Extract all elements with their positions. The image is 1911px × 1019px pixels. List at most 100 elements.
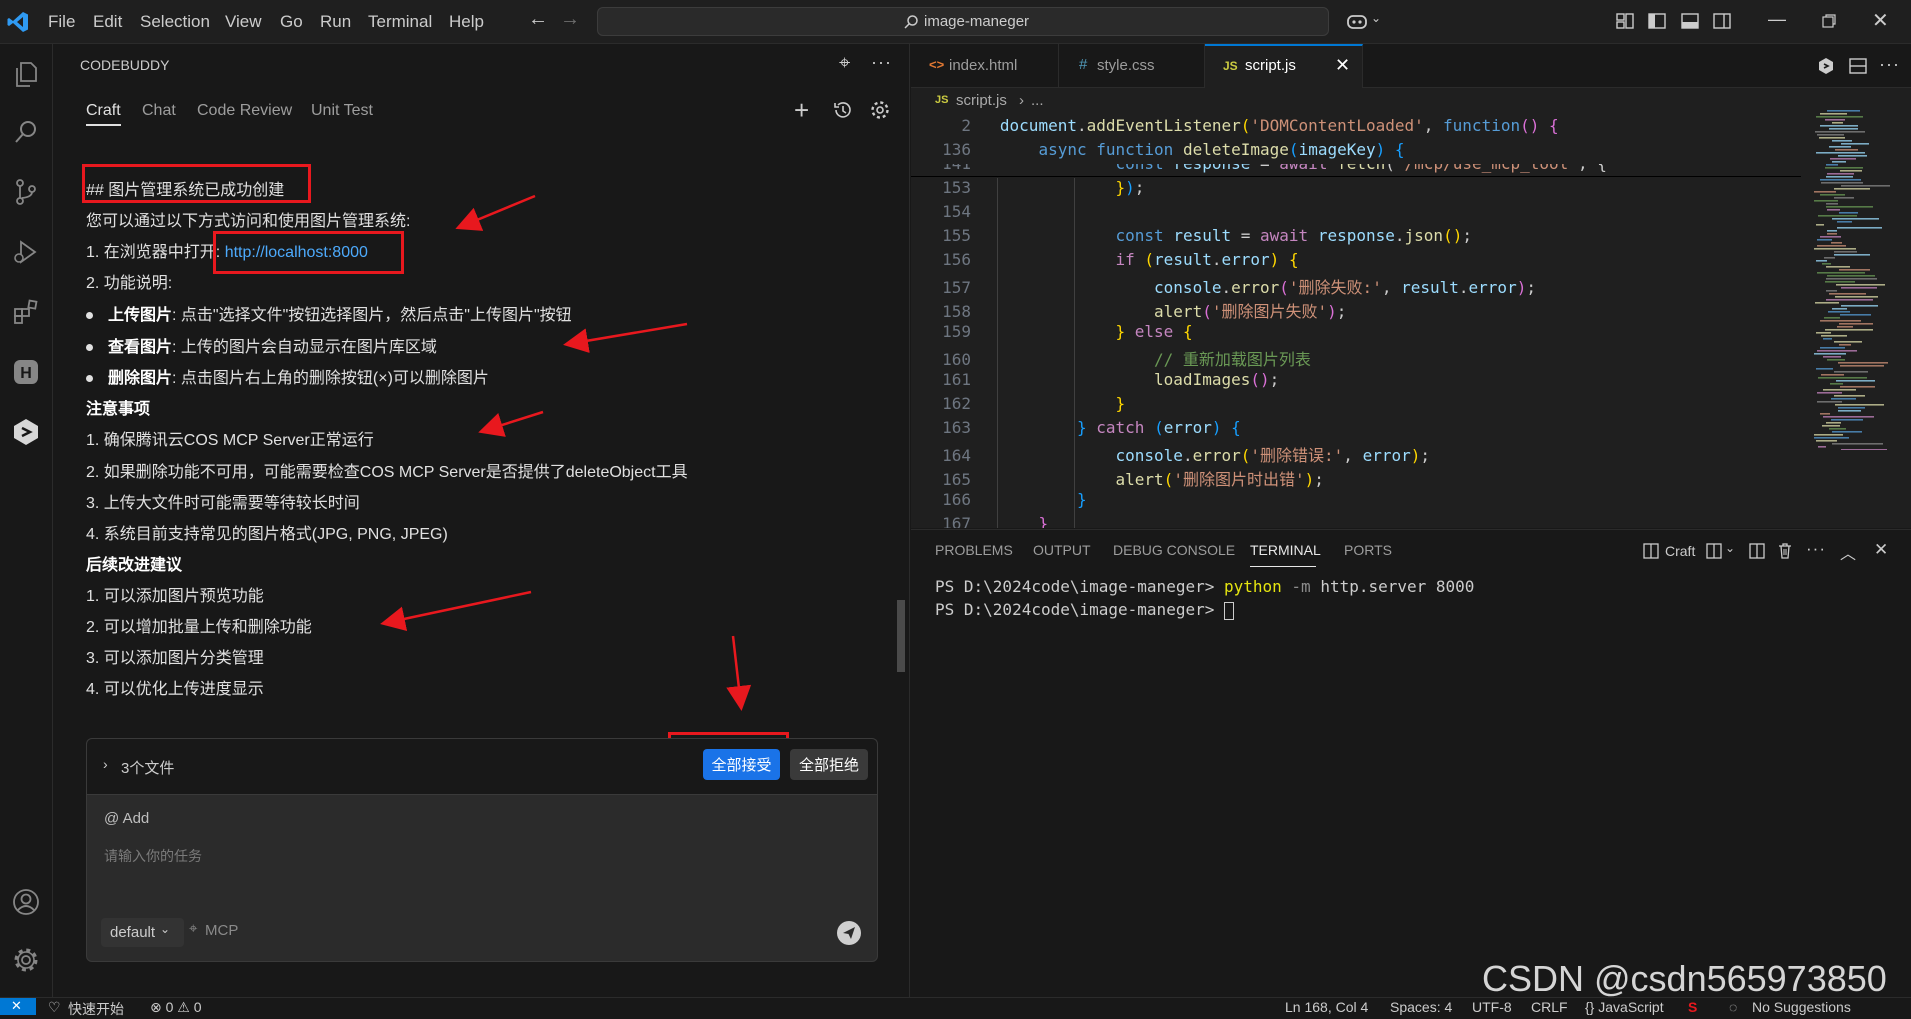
chevron-down-icon[interactable]: ⌄ xyxy=(1371,11,1381,25)
breadcrumb-symbol[interactable]: ... xyxy=(1031,92,1044,109)
mcp-icon[interactable]: ⌖ xyxy=(189,920,197,937)
task-input-placeholder[interactable]: 请输入你的任务 xyxy=(104,846,202,866)
minimap-line xyxy=(1817,239,1832,241)
minimap-line xyxy=(1816,116,1863,118)
minimap-line xyxy=(1815,131,1865,133)
minimap-line xyxy=(1814,191,1836,193)
tab-debug-console[interactable]: DEBUG CONSOLE xyxy=(1113,542,1235,558)
minimap-line xyxy=(1825,281,1855,283)
minimap-line xyxy=(1826,290,1837,292)
minimap-line xyxy=(1817,401,1842,403)
maximize-panel-icon[interactable]: ︿ xyxy=(1840,540,1856,564)
minimap-line xyxy=(1820,125,1858,127)
toggle-secondary-sidebar-icon[interactable] xyxy=(1713,13,1731,29)
more-actions-icon[interactable]: ··· xyxy=(1806,539,1826,559)
minimize-icon[interactable]: — xyxy=(1768,9,1786,30)
tab-terminal[interactable]: TERMINAL xyxy=(1250,542,1321,558)
terminal-name[interactable]: Craft xyxy=(1665,543,1695,559)
add-context-button[interactable]: @ Add xyxy=(104,810,149,827)
terminal-line[interactable]: PS D:\2024code\image-maneger> xyxy=(935,600,1234,620)
tab-script-js[interactable]: JS script.js ✕ xyxy=(1205,44,1363,88)
close-panel-icon[interactable]: ✕ xyxy=(1874,540,1888,560)
account-icon[interactable] xyxy=(8,884,44,920)
suggestions-status[interactable]: No Suggestions xyxy=(1752,999,1851,1015)
minimap-line xyxy=(1829,428,1846,430)
tab-index-html[interactable]: <> index.html xyxy=(911,44,1059,88)
tab-ports[interactable]: PORTS xyxy=(1344,542,1392,558)
toggle-panel-icon[interactable] xyxy=(1681,13,1699,29)
minimap-line xyxy=(1834,251,1857,253)
sticky-line: 136 async function deleteImage(imageKey)… xyxy=(911,140,1801,164)
layout-icon[interactable] xyxy=(1749,543,1765,559)
encoding[interactable]: UTF-8 xyxy=(1472,999,1512,1015)
minimap-line xyxy=(1823,416,1874,418)
minimap-line xyxy=(1820,413,1830,415)
mcp-button[interactable]: MCP xyxy=(205,922,238,939)
minimap-line xyxy=(1823,389,1856,391)
watermark: CSDN @csdn565973850 xyxy=(1482,958,1887,999)
minimap-line xyxy=(1834,254,1870,256)
problems-count[interactable]: ⊗ 0 ⚠ 0 xyxy=(150,999,202,1016)
minimap-line xyxy=(1827,173,1854,175)
minimap-line xyxy=(1816,332,1831,334)
minimap-line xyxy=(1828,311,1850,313)
indentation[interactable]: Spaces: 4 xyxy=(1390,999,1452,1015)
code-line: 158 alert('删除图片失败'); xyxy=(942,302,1347,321)
html-file-icon: <> xyxy=(929,57,945,72)
restore-icon[interactable] xyxy=(1822,14,1836,28)
split-terminal-icon[interactable] xyxy=(1706,543,1722,559)
customize-layout-icon[interactable] xyxy=(1616,13,1634,29)
code-line: 156 if (result.error) { xyxy=(942,250,1299,269)
terminal-line[interactable]: PS D:\2024code\image-maneger> python -m … xyxy=(935,577,1474,596)
minimap-line xyxy=(1814,353,1846,355)
minimap-line xyxy=(1839,323,1873,325)
tab-output[interactable]: OUTPUT xyxy=(1033,542,1091,558)
sticky-line: 2 document.addEventListener('DOMContentL… xyxy=(911,116,1801,140)
minimap[interactable] xyxy=(1810,110,1905,450)
minimap-line xyxy=(1821,182,1863,184)
cursor-position[interactable]: Ln 168, Col 4 xyxy=(1285,999,1368,1015)
code-line: 155 const result = await response.json()… xyxy=(942,226,1472,245)
tab-style-css[interactable]: # style.css xyxy=(1059,44,1205,88)
bottom-panel: PROBLEMS OUTPUT DEBUG CONSOLE TERMINAL P… xyxy=(911,529,1911,997)
copilot-icon[interactable] xyxy=(1346,11,1368,31)
minimap-line xyxy=(1841,287,1877,289)
tab-problems[interactable]: PROBLEMS xyxy=(935,542,1013,558)
chevron-down-icon[interactable]: ⌄ xyxy=(1725,541,1735,555)
breadcrumb-file[interactable]: script.js xyxy=(956,92,1007,109)
language-mode[interactable]: {} JavaScript xyxy=(1585,999,1664,1015)
close-window-icon[interactable]: ✕ xyxy=(1872,8,1889,33)
code-line: 165 alert('删除图片时出错'); xyxy=(942,470,1324,489)
minimap-line xyxy=(1836,284,1885,286)
toggle-primary-sidebar-icon[interactable] xyxy=(1648,13,1666,29)
files-count[interactable]: 3个文件 xyxy=(121,757,174,778)
minimap-line xyxy=(1832,218,1879,220)
minimap-line xyxy=(1841,143,1869,145)
minimap-line xyxy=(1831,398,1856,400)
minimap-line xyxy=(1839,344,1851,346)
quick-start[interactable]: 快速开始 xyxy=(68,999,124,1019)
send-icon[interactable] xyxy=(837,921,861,945)
minimap-line xyxy=(1835,296,1878,298)
split-editor-icon[interactable] xyxy=(1849,57,1867,75)
accept-all-button[interactable]: 全部接受 xyxy=(703,749,780,780)
reject-all-button[interactable]: 全部拒绝 xyxy=(790,749,868,780)
minimap-line xyxy=(1821,374,1844,376)
terminal-split-icon xyxy=(1643,543,1659,559)
code-line: 161 loadImages(); xyxy=(942,370,1280,389)
status-bar: ✕ ♡ 快速开始 ⊗ 0 ⚠ 0 Ln 168, Col 4 Spaces: 4… xyxy=(0,997,1911,1017)
trash-icon[interactable] xyxy=(1777,542,1793,559)
gear-icon[interactable] xyxy=(8,942,44,978)
code-line: 160 // 重新加载图片列表 xyxy=(942,350,1311,369)
minimap-line xyxy=(1832,431,1862,433)
minimap-line xyxy=(1822,425,1840,427)
minimap-line xyxy=(1814,434,1843,436)
minimap-line xyxy=(1820,320,1861,322)
line-ending[interactable]: CRLF xyxy=(1531,999,1568,1015)
codebuddy-action-icon[interactable] xyxy=(1817,57,1835,75)
arrow-icon xyxy=(380,590,532,632)
chevron-right-icon[interactable]: › xyxy=(103,756,108,772)
more-actions-icon[interactable]: ··· xyxy=(1879,54,1900,75)
minimap-line xyxy=(1817,134,1844,136)
close-tab-icon[interactable]: ✕ xyxy=(1335,55,1350,76)
